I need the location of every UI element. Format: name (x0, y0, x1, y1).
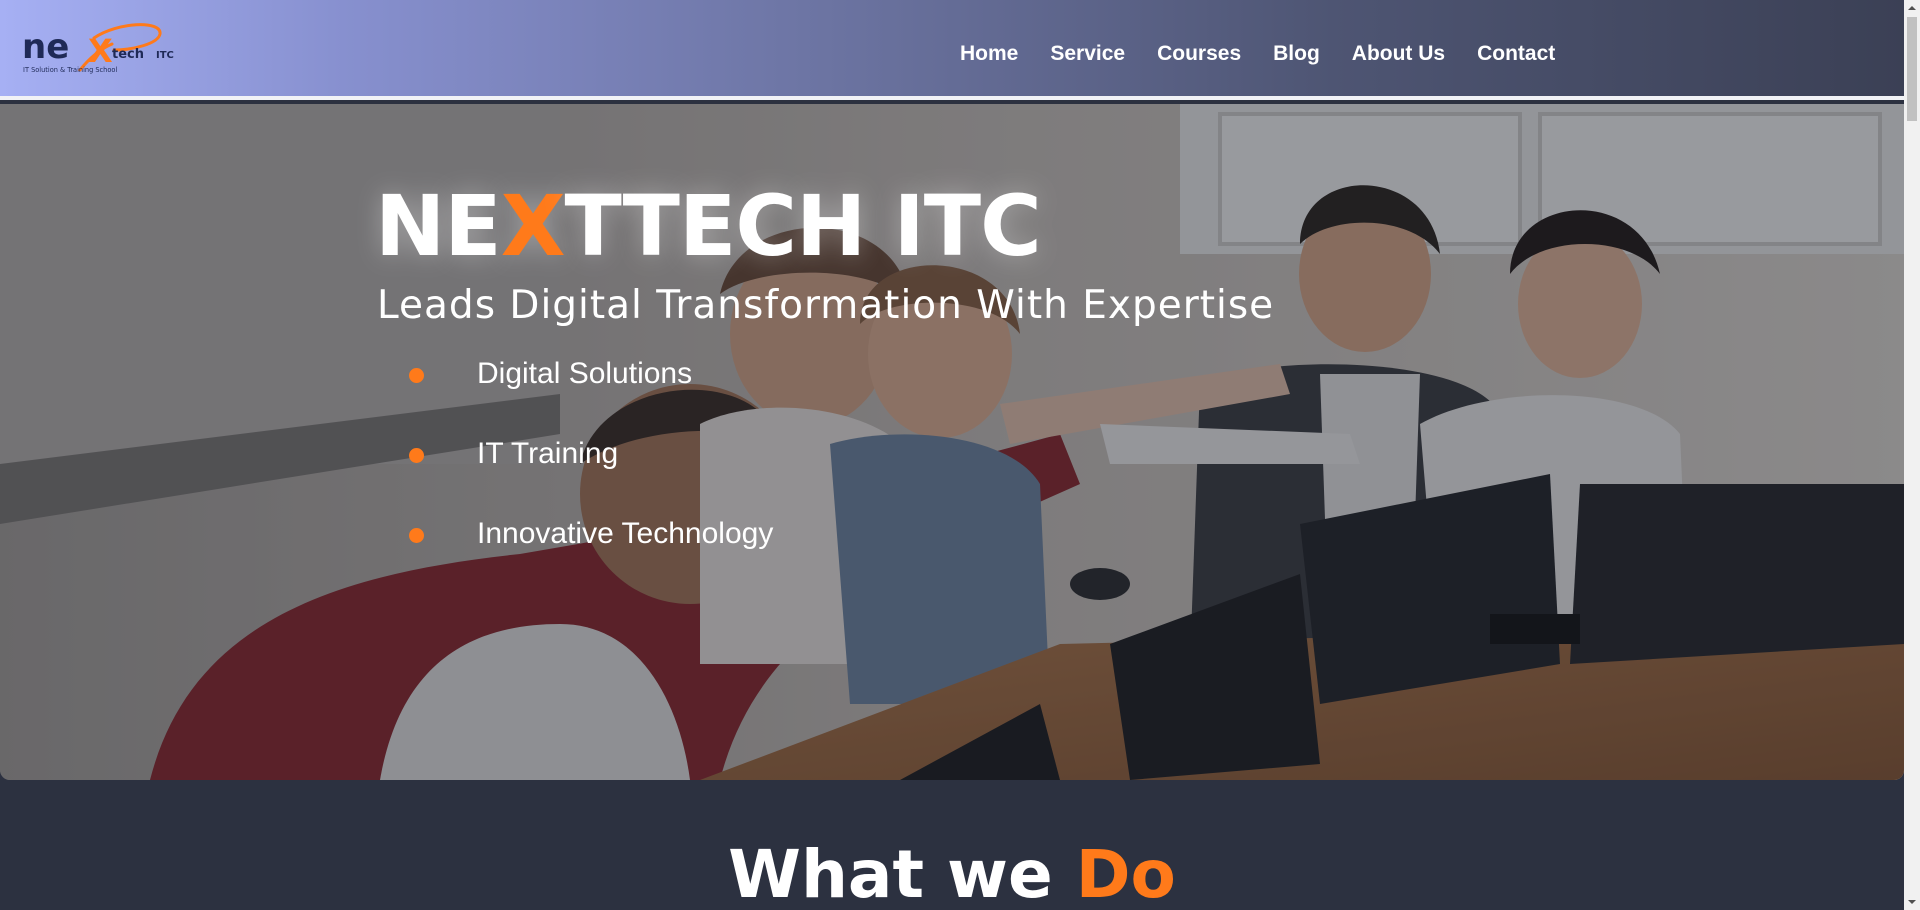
scroll-down-arrow-icon[interactable] (1904, 894, 1920, 910)
page-scrollbar[interactable] (1904, 0, 1920, 910)
main-nav: Home Service Courses Blog About Us Conta… (960, 40, 1587, 68)
hero-section: NEXTTECH ITC Leads Digital Transformatio… (0, 104, 1904, 780)
page: ne X tech ITC IT Solution & Training Sch… (0, 0, 1904, 910)
what-we-do-heading: What we Do (0, 835, 1904, 910)
hero-title-accent: X (500, 177, 566, 275)
list-item: IT Training (400, 434, 773, 514)
list-item: Innovative Technology (400, 514, 773, 594)
list-item: Digital Solutions (400, 354, 773, 434)
hero-title-part2: TTECH ITC (564, 177, 1041, 275)
logo-tagline: IT Solution & Training School (23, 66, 117, 74)
logo-text-itc: ITC (156, 50, 174, 61)
nav-blog[interactable]: Blog (1273, 40, 1320, 68)
bullet-dot-icon (409, 448, 424, 463)
feature-label: Innovative Technology (477, 517, 774, 550)
hero-subtitle: Leads Digital Transformation With Expert… (377, 283, 1275, 328)
hero-title-part1: NE (375, 177, 502, 275)
nav-home[interactable]: Home (960, 40, 1018, 68)
nav-contact[interactable]: Contact (1477, 40, 1555, 68)
feature-label: IT Training (477, 437, 619, 470)
scrollbar-thumb[interactable] (1907, 17, 1917, 121)
logo-text-x: X (88, 32, 113, 70)
feature-label: Digital Solutions (477, 357, 693, 390)
site-header: ne X tech ITC IT Solution & Training Sch… (0, 0, 1904, 100)
section-title-accent: Do (1075, 836, 1176, 910)
brand-logo[interactable]: ne X tech ITC IT Solution & Training Sch… (22, 20, 182, 80)
bullet-dot-icon (409, 368, 424, 383)
scroll-up-arrow-icon[interactable] (1904, 0, 1920, 16)
hero-title: NEXTTECH ITC (375, 176, 1042, 276)
hero-feature-list: Digital Solutions IT Training Innovative… (400, 354, 773, 594)
nav-service[interactable]: Service (1050, 40, 1125, 68)
nav-about-us[interactable]: About Us (1352, 40, 1445, 68)
section-title-main: What we (728, 836, 1053, 910)
logo-text-ne: ne (22, 27, 69, 67)
logo-graphic: ne X tech ITC IT Solution & Training Sch… (22, 23, 174, 74)
bullet-dot-icon (409, 528, 424, 543)
nav-courses[interactable]: Courses (1157, 40, 1241, 68)
logo-text-tech: tech (112, 47, 144, 62)
